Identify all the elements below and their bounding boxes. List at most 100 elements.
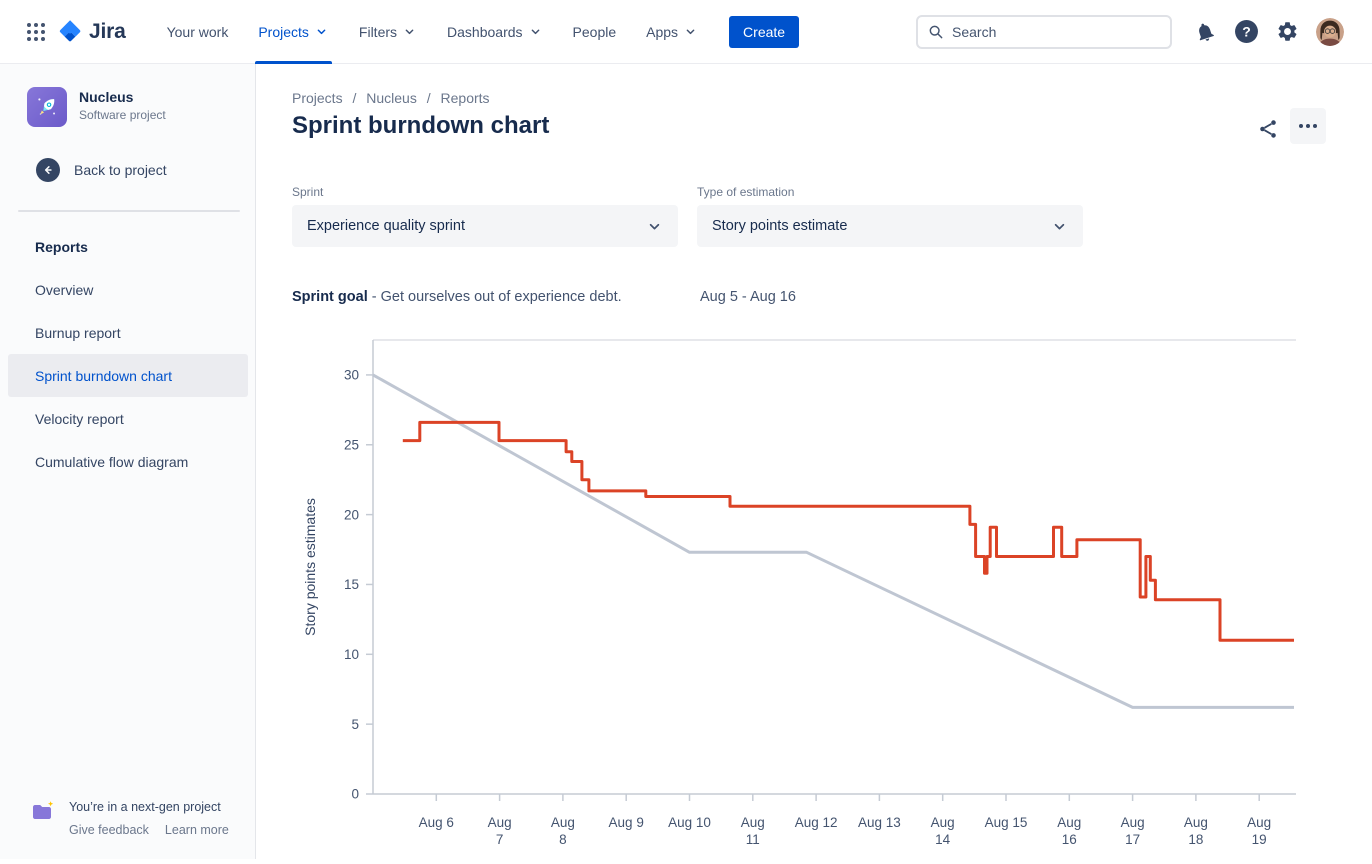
chevron-down-icon <box>314 24 329 39</box>
svg-text:16: 16 <box>1062 832 1077 847</box>
svg-text:15: 15 <box>344 577 359 592</box>
svg-text:Aug: Aug <box>931 815 955 830</box>
svg-text:Aug: Aug <box>551 815 575 830</box>
search-icon <box>928 24 944 40</box>
give-feedback-link[interactable]: Give feedback <box>69 823 149 837</box>
nav-item-dashboards[interactable]: Dashboards <box>432 0 558 64</box>
sidebar-item-cumulative-flow-diagram[interactable]: Cumulative flow diagram <box>0 440 256 483</box>
search-input[interactable] <box>952 24 1152 40</box>
sidebar-item-velocity-report[interactable]: Velocity report <box>0 397 256 440</box>
question-icon: ? <box>1234 19 1259 44</box>
project-avatar-rocket-icon <box>27 87 67 127</box>
chevron-down-icon <box>683 24 698 39</box>
sprint-field-label: Sprint <box>292 185 323 199</box>
project-sidebar: Nucleus Software project Back to project… <box>0 64 256 859</box>
jira-logo[interactable]: Jira <box>58 19 126 44</box>
sidebar-item-burnup-report[interactable]: Burnup report <box>0 311 256 354</box>
sidebar-item-overview[interactable]: Overview <box>0 268 256 311</box>
svg-text:Aug: Aug <box>488 815 512 830</box>
sprint-dropdown[interactable]: Experience quality sprint <box>292 205 678 247</box>
learn-more-link[interactable]: Learn more <box>165 823 229 837</box>
breadcrumb-separator: / <box>352 90 356 106</box>
svg-text:Aug: Aug <box>1184 815 1208 830</box>
primary-nav: Your work Projects Filters Dashboards Pe… <box>152 0 713 64</box>
user-avatar[interactable] <box>1314 16 1346 48</box>
nav-item-apps[interactable]: Apps <box>631 0 713 64</box>
svg-text:Aug 12: Aug 12 <box>795 815 838 830</box>
sidebar-item-sprint-burndown-chart[interactable]: Sprint burndown chart <box>8 354 248 397</box>
svg-text:Aug: Aug <box>1247 815 1271 830</box>
svg-text:8: 8 <box>559 832 567 847</box>
help-button[interactable]: ? <box>1232 18 1260 46</box>
burndown-chart: 051015202530Aug 6Aug7Aug8Aug 9Aug 10Aug1… <box>280 335 1300 864</box>
sprint-date-range: Aug 5 - Aug 16 <box>700 289 796 305</box>
estimation-field-label: Type of estimation <box>697 185 794 199</box>
search-box[interactable] <box>916 15 1172 49</box>
svg-text:19: 19 <box>1252 832 1267 847</box>
nav-item-label: Apps <box>646 24 678 40</box>
chevron-down-icon <box>1051 218 1068 235</box>
arrow-left-icon <box>36 158 60 182</box>
svg-text:0: 0 <box>351 787 359 802</box>
avatar-photo <box>1316 18 1344 46</box>
app-switcher-icon[interactable] <box>20 16 52 48</box>
sprint-dropdown-value: Experience quality sprint <box>307 218 465 234</box>
nav-item-people[interactable]: People <box>558 0 632 64</box>
svg-text:Aug: Aug <box>1057 815 1081 830</box>
svg-text:Aug 15: Aug 15 <box>985 815 1028 830</box>
grid-icon <box>26 22 46 42</box>
project-type: Software project <box>79 108 166 122</box>
notifications-button[interactable] <box>1191 18 1219 46</box>
sprint-goal-row: Sprint goal - Get ourselves out of exper… <box>292 289 622 305</box>
svg-text:Aug 6: Aug 6 <box>419 815 454 830</box>
nav-item-filters[interactable]: Filters <box>344 0 432 64</box>
svg-text:11: 11 <box>746 832 760 847</box>
svg-text:Story points estimates: Story points estimates <box>302 498 318 636</box>
project-meta: Nucleus Software project <box>79 87 166 127</box>
chevron-down-icon <box>402 24 417 39</box>
breadcrumb-reports[interactable]: Reports <box>441 90 490 106</box>
svg-text:Aug 9: Aug 9 <box>609 815 644 830</box>
nav-item-label: Your work <box>167 24 229 40</box>
next-gen-message: You’re in a next-gen project <box>69 800 229 814</box>
project-name: Nucleus <box>79 89 166 105</box>
settings-button[interactable] <box>1273 18 1301 46</box>
nav-item-label: Dashboards <box>447 24 523 40</box>
page-title: Sprint burndown chart <box>292 112 549 140</box>
main-content: Projects / Nucleus / Reports Sprint burn… <box>257 64 1372 859</box>
nav-item-projects[interactable]: Projects <box>243 0 344 64</box>
more-icon <box>1299 124 1303 128</box>
nav-item-label: Filters <box>359 24 397 40</box>
nav-item-label: Projects <box>258 24 309 40</box>
breadcrumb: Projects / Nucleus / Reports <box>292 90 490 106</box>
more-actions-button[interactable] <box>1290 108 1326 144</box>
back-to-project-label: Back to project <box>74 162 167 178</box>
reports-menu: Reports Overview Burnup report Sprint bu… <box>0 225 256 483</box>
chevron-down-icon <box>528 24 543 39</box>
svg-text:7: 7 <box>496 832 504 847</box>
back-to-project-button[interactable]: Back to project <box>36 158 167 182</box>
share-button[interactable] <box>1253 114 1283 144</box>
sidebar-divider <box>18 210 240 212</box>
estimation-dropdown[interactable]: Story points estimate <box>697 205 1083 247</box>
gear-icon <box>1276 20 1299 43</box>
svg-text:10: 10 <box>344 647 359 662</box>
breadcrumb-nucleus[interactable]: Nucleus <box>366 90 417 106</box>
next-gen-links: Give feedback Learn more <box>69 823 229 837</box>
breadcrumb-projects[interactable]: Projects <box>292 90 343 106</box>
folder-sparkle-icon <box>31 800 55 824</box>
svg-text:Aug: Aug <box>741 815 765 830</box>
nav-item-label: People <box>573 24 617 40</box>
svg-text:5: 5 <box>351 717 359 732</box>
create-button[interactable]: Create <box>729 16 799 48</box>
jira-logo-text: Jira <box>89 20 126 44</box>
svg-text:18: 18 <box>1188 832 1203 847</box>
nav-item-your-work[interactable]: Your work <box>152 0 244 64</box>
next-gen-text: You’re in a next-gen project Give feedba… <box>69 800 229 837</box>
sprint-goal-label: Sprint goal <box>292 289 368 305</box>
burndown-chart-svg: 051015202530Aug 6Aug7Aug8Aug 9Aug 10Aug1… <box>280 335 1300 859</box>
svg-text:?: ? <box>1242 23 1251 39</box>
breadcrumb-separator: / <box>427 90 431 106</box>
svg-text:20: 20 <box>344 507 359 522</box>
svg-text:14: 14 <box>935 832 951 847</box>
